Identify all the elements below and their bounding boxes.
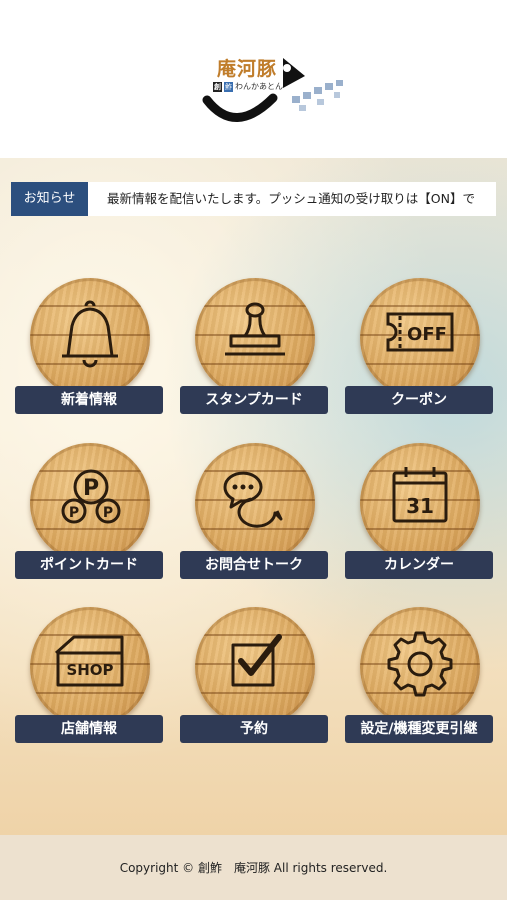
points-icon-text-small-right: P [103,505,113,521]
checkbox-icon [231,634,282,687]
wood-disc: OFF [360,278,480,398]
menu-inquiry-talk-button[interactable]: お問合せトーク [180,443,330,583]
menu-stamp-card-button[interactable]: スタンプカード [180,278,330,418]
app-header: 庵河豚 創鮓わんかあとん [0,0,507,158]
menu-label: 店舗情報 [15,715,163,743]
menu-label: クーポン [345,386,493,414]
wood-disc [195,607,315,727]
menu-calendar-button[interactable]: 31 カレンダー [345,443,495,583]
wood-disc: P P P [30,443,150,563]
menu-point-card-button[interactable]: P P P ポイントカード [15,443,165,583]
chat-bubbles-icon [223,471,283,528]
menu-label: スタンプカード [180,386,328,414]
menu-label: 新着情報 [15,386,163,414]
menu-settings-button[interactable]: 設定/機種変更引継 [345,607,495,747]
points-icon: P P P [61,469,121,524]
bell-icon [62,300,118,368]
footer: Copyright © 創鮓 庵河豚 All rights reserved. [0,835,507,900]
brand-badge-1: 創 [213,82,222,92]
points-icon-text: P [83,476,99,501]
points-icon-text-small-left: P [69,505,79,521]
shop-icon: SHOP [55,635,124,687]
news-ticker-text[interactable]: 最新情報を配信いたします。プッシュ通知の受け取りは【ON】で [107,182,492,216]
wood-disc [30,278,150,398]
coupon-icon-text: OFF [407,324,447,345]
menu-store-info-button[interactable]: SHOP 店舗情報 [15,607,165,747]
gear-icon [387,631,453,697]
menu-reservation-button[interactable]: 予約 [180,607,330,747]
wood-disc [195,278,315,398]
menu-label: カレンダー [345,551,493,579]
menu-coupon-button[interactable]: OFF クーポン [345,278,495,418]
menu-label: 予約 [180,715,328,743]
wood-disc: SHOP [30,607,150,727]
brand-badge-2: 鮓 [224,82,233,92]
menu-label: 設定/機種変更引継 [345,715,493,743]
brand-logo: 庵河豚 創鮓わんかあとん [195,54,355,134]
wood-disc: 31 [360,443,480,563]
calendar-icon: 31 [392,467,448,523]
brand-subtitle: 創鮓わんかあとん [213,81,283,92]
calendar-icon-text: 31 [406,494,434,518]
wood-disc [360,607,480,727]
news-ticker[interactable]: お知らせ 最新情報を配信いたします。プッシュ通知の受け取りは【ON】で [11,182,496,216]
shop-icon-text: SHOP [66,661,113,679]
copyright-text: Copyright © 創鮓 庵河豚 All rights reserved. [119,861,388,875]
brand-subtitle-text: わんかあとん [235,82,283,91]
wood-disc [195,443,315,563]
stamp-icon [225,302,285,356]
brand-title: 庵河豚 [217,58,278,80]
menu-label: お問合せトーク [180,551,328,579]
coupon-icon: OFF [386,312,454,352]
main-content: お知らせ 最新情報を配信いたします。プッシュ通知の受け取りは【ON】で 新着情報 [0,158,507,835]
menu-label: ポイントカード [15,551,163,579]
news-label: お知らせ [11,182,88,216]
menu-news-button[interactable]: 新着情報 [15,278,165,418]
